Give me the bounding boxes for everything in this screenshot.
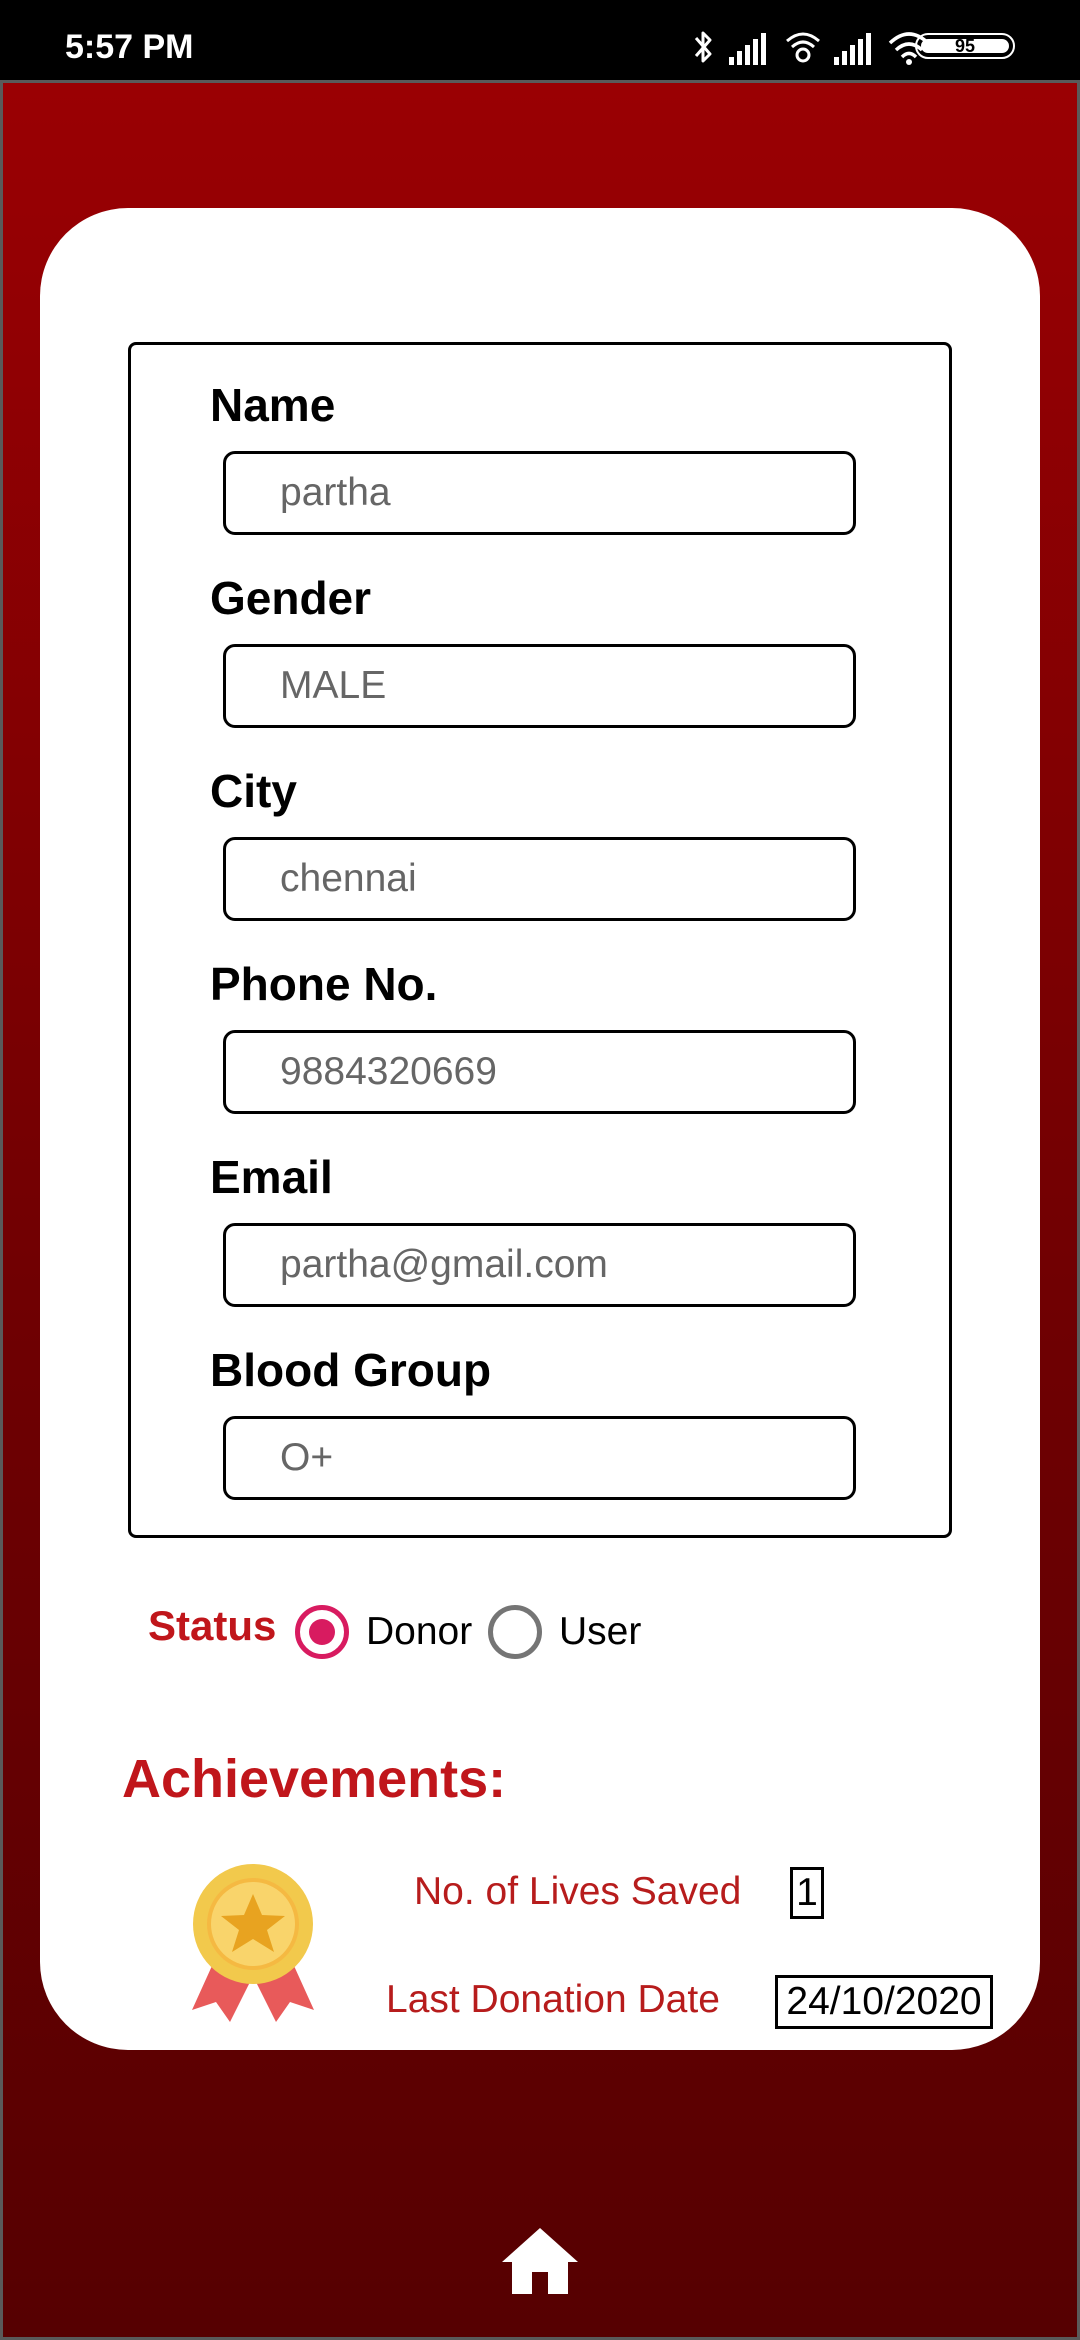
signal-icon <box>729 33 766 65</box>
donor-radio-label[interactable]: Donor <box>366 1610 472 1654</box>
lives-saved-value: 1 <box>790 1867 824 1919</box>
name-label: Name <box>210 379 336 431</box>
signal-icon <box>834 33 871 65</box>
blood-group-field[interactable] <box>223 1416 856 1500</box>
home-icon[interactable] <box>500 2224 580 2296</box>
city-field[interactable] <box>223 837 856 921</box>
blood-group-label: Blood Group <box>210 1344 492 1396</box>
achievements-title: Achievements: <box>122 1749 507 1809</box>
donor-radio[interactable] <box>295 1605 349 1659</box>
gender-field[interactable] <box>223 644 856 728</box>
email-label: Email <box>210 1151 333 1203</box>
last-donation-label: Last Donation Date <box>386 1978 720 2021</box>
battery-icon: 95 <box>915 33 1015 59</box>
battery-level: 95 <box>954 35 976 56</box>
lives-saved-label: No. of Lives Saved <box>414 1870 742 1913</box>
status-bar: 5:57 PM 95 <box>0 0 1080 80</box>
phone-field[interactable] <box>223 1030 856 1114</box>
bluetooth-icon <box>694 31 712 63</box>
status-label: Status <box>148 1602 277 1649</box>
wifi-calling-icon <box>786 32 820 63</box>
phone-label: Phone No. <box>210 958 438 1010</box>
status-time: 5:57 PM <box>65 28 194 66</box>
user-radio[interactable] <box>488 1605 542 1659</box>
city-label: City <box>210 765 297 817</box>
user-radio-label[interactable]: User <box>559 1610 641 1654</box>
name-field[interactable] <box>223 451 856 535</box>
email-field[interactable] <box>223 1223 856 1307</box>
medal-icon <box>192 1864 314 2022</box>
last-donation-value: 24/10/2020 <box>775 1975 993 2029</box>
gender-label: Gender <box>210 572 372 624</box>
